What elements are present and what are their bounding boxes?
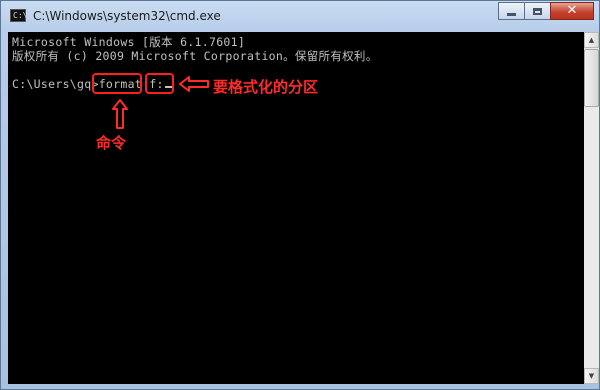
window-title: C:\Windows\system32\cmd.exe [33, 9, 221, 23]
scroll-down-icon[interactable]: ▼ [584, 368, 599, 384]
left-arrow-icon [179, 76, 209, 92]
console-output[interactable]: Microsoft Windows [版本 6.1.7601] 版权所有 (c)… [8, 32, 584, 384]
close-icon: ✕ [566, 3, 578, 18]
close-button[interactable]: ✕ [550, 2, 594, 20]
console-line-version: Microsoft Windows [版本 6.1.7601] [12, 35, 246, 49]
scroll-thumb[interactable] [584, 49, 599, 107]
argument-highlight-box [145, 73, 174, 94]
vertical-scrollbar[interactable]: ▲ ▼ [584, 32, 599, 384]
cmd-icon[interactable]: C:\ [10, 9, 28, 22]
maximize-icon [533, 7, 542, 15]
scroll-up-icon[interactable]: ▲ [584, 32, 599, 48]
app-icon-label: C:\ [13, 11, 28, 20]
partition-annotation: 要格式化的分区 [213, 78, 319, 96]
console-line-copyright: 版权所有 (c) 2009 Microsoft Corporation。保留所有… [12, 49, 378, 63]
cmd-window: C:\ C:\Windows\system32\cmd.exe ✕ Micros… [0, 0, 600, 390]
window-controls: ✕ [498, 2, 594, 21]
up-arrow-icon [112, 99, 128, 129]
command-highlight-box [92, 73, 142, 94]
minimize-icon [507, 12, 516, 16]
title-bar[interactable]: C:\ C:\Windows\system32\cmd.exe ✕ [1, 1, 599, 32]
prompt: C:\Users\gq> [12, 77, 99, 91]
command-annotation: 命令 [96, 134, 127, 152]
maximize-button[interactable] [524, 2, 551, 20]
minimize-button[interactable] [498, 2, 525, 20]
